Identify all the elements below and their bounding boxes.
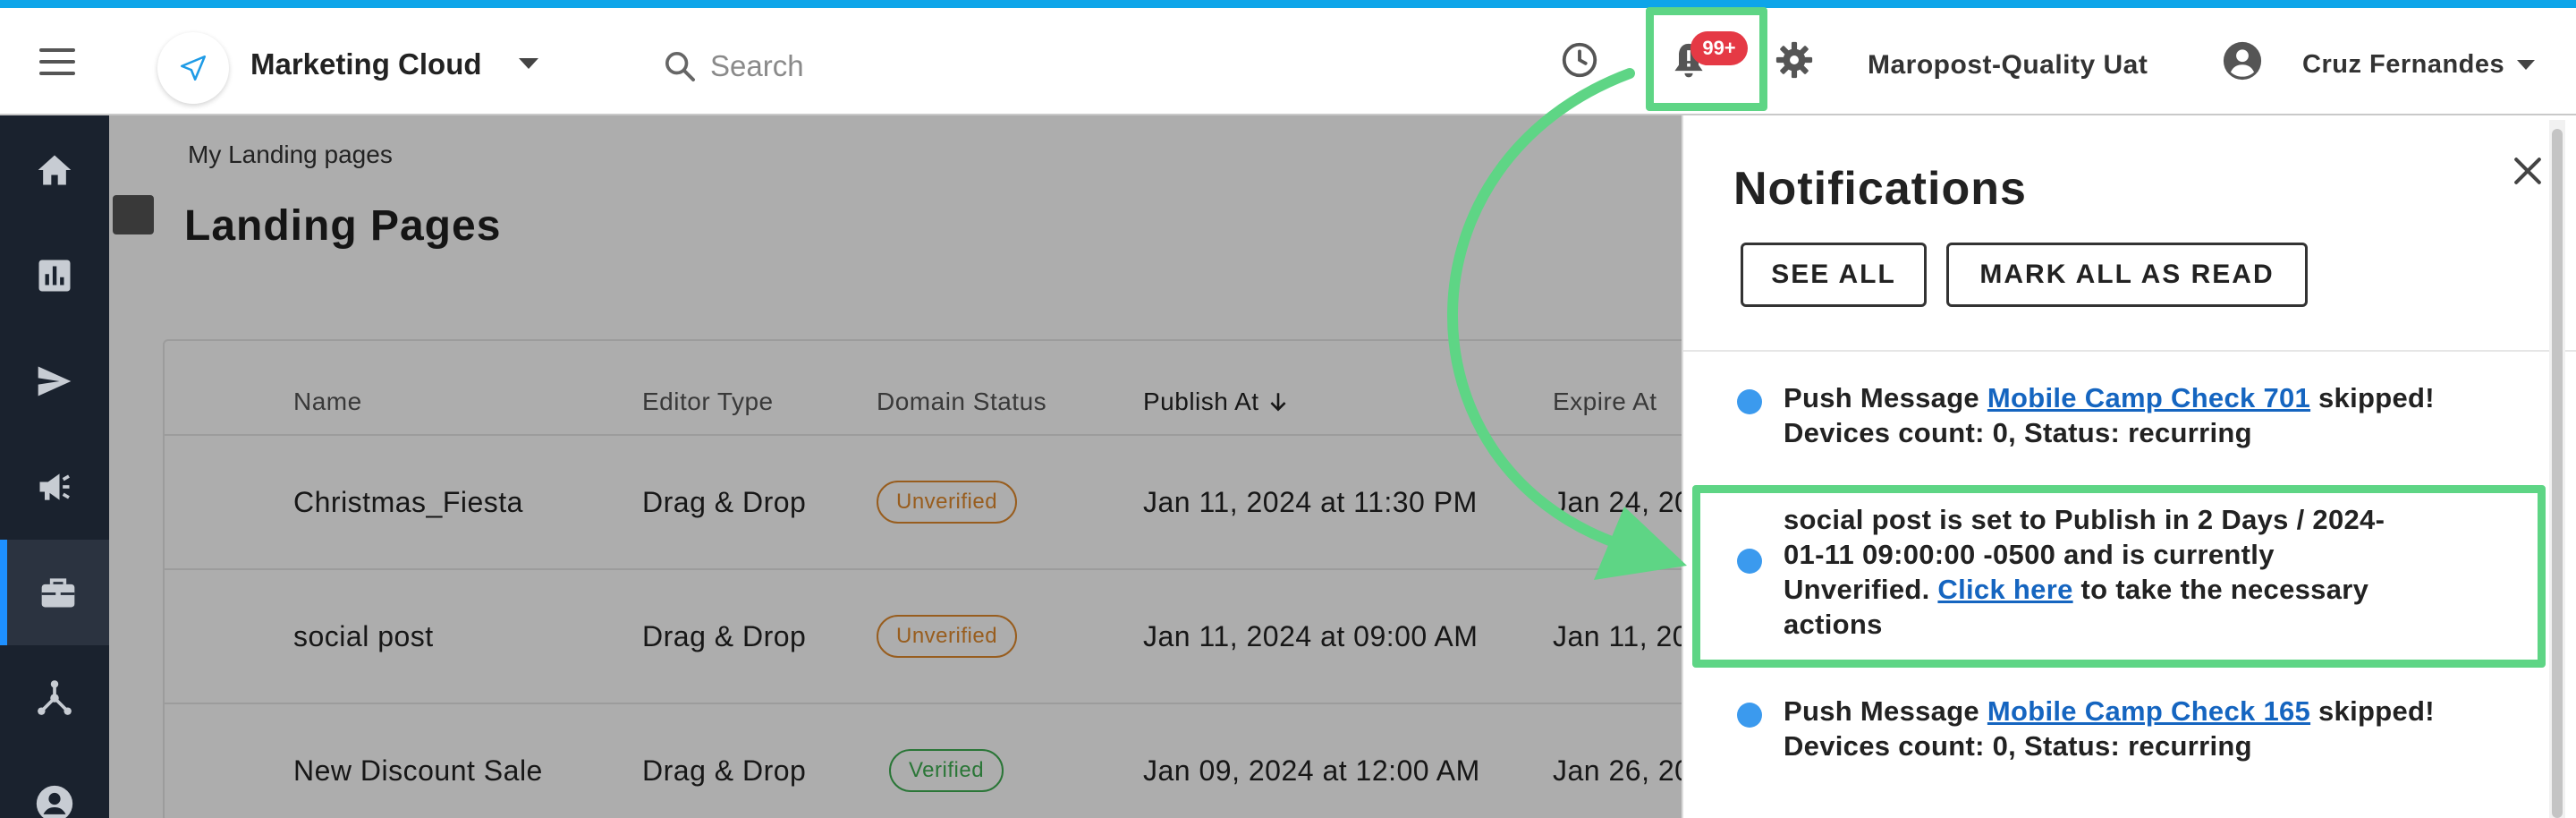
- notification-item[interactable]: Push Message Mobile Camp Check 701 skipp…: [1683, 380, 2576, 479]
- organization-name[interactable]: Maropost-Quality Uat: [1868, 50, 2148, 81]
- briefcase-icon: [41, 578, 75, 608]
- sidebar-item-announcements[interactable]: [0, 434, 109, 540]
- notification-text: Push Message Mobile Camp Check 165 skipp…: [1784, 694, 2435, 763]
- notifications-panel: Notifications SEE ALL MARK ALL AS READ P…: [1682, 115, 2576, 818]
- user-menu-chevron-icon[interactable]: [2517, 60, 2535, 70]
- search-icon: [665, 52, 695, 81]
- account-circle-icon[interactable]: [2220, 38, 2265, 83]
- send-icon: [180, 55, 207, 81]
- gear-icon[interactable]: [1771, 37, 1818, 83]
- unread-dot: [1737, 389, 1762, 414]
- scrollbar-thumb[interactable]: [2552, 129, 2563, 818]
- top-accent-strip: [0, 0, 2576, 8]
- hierarchy-icon: [38, 680, 72, 715]
- search-bar[interactable]: [662, 44, 1020, 89]
- notifications-title: Notifications: [1733, 163, 2027, 215]
- notification-prefix: Push Message: [1784, 695, 1987, 727]
- sidebar: [0, 115, 109, 818]
- home-icon: [38, 155, 72, 185]
- notification-item[interactable]: Push Message Mobile Camp Check 165 skipp…: [1683, 694, 2576, 792]
- top-bar: Marketing Cloud 99+ Maropost-Quality Uat…: [0, 8, 2576, 115]
- bar-chart-icon: [38, 260, 71, 292]
- notification-highlight-box: [1692, 485, 2546, 668]
- campaign-link[interactable]: Mobile Camp Check 165: [1987, 695, 2310, 727]
- app-switcher-chevron-icon[interactable]: [519, 58, 538, 69]
- unread-dot: [1737, 703, 1762, 728]
- app-name[interactable]: Marketing Cloud: [250, 47, 482, 81]
- account-icon: [36, 785, 73, 818]
- notification-suffix: skipped!: [2310, 695, 2435, 727]
- bell-highlight-box: [1646, 7, 1767, 111]
- see-all-button[interactable]: SEE ALL: [1741, 243, 1927, 307]
- search-input[interactable]: [710, 49, 1005, 83]
- notification-prefix: Push Message: [1784, 382, 1987, 413]
- notification-detail: Devices count: 0, Status: recurring: [1784, 417, 2252, 448]
- campaign-link[interactable]: Mobile Camp Check 701: [1987, 382, 2310, 413]
- send-icon: [38, 366, 72, 396]
- mark-all-as-read-button[interactable]: MARK ALL AS READ: [1946, 243, 2308, 307]
- notification-suffix: skipped!: [2310, 382, 2435, 413]
- close-icon[interactable]: [2508, 151, 2547, 191]
- notification-text: Push Message Mobile Camp Check 701 skipp…: [1784, 380, 2435, 450]
- user-name[interactable]: Cruz Fernandes: [2302, 50, 2504, 80]
- sidebar-item-campaigns[interactable]: [0, 328, 109, 434]
- sidebar-item-toolkit[interactable]: [0, 540, 109, 645]
- sidebar-item-journeys[interactable]: [0, 645, 109, 751]
- megaphone-icon: [39, 473, 70, 500]
- modal-backdrop[interactable]: [109, 115, 1683, 818]
- sidebar-item-home[interactable]: [0, 117, 109, 223]
- sidebar-item-reports[interactable]: [0, 223, 109, 328]
- panel-scrollbar[interactable]: [2549, 120, 2565, 818]
- history-icon[interactable]: [1556, 37, 1603, 83]
- app-logo[interactable]: [157, 32, 229, 104]
- notification-detail: Devices count: 0, Status: recurring: [1784, 730, 2252, 762]
- divider: [1683, 350, 2576, 352]
- menu-icon[interactable]: [36, 44, 79, 80]
- sidebar-item-contacts[interactable]: [0, 751, 109, 818]
